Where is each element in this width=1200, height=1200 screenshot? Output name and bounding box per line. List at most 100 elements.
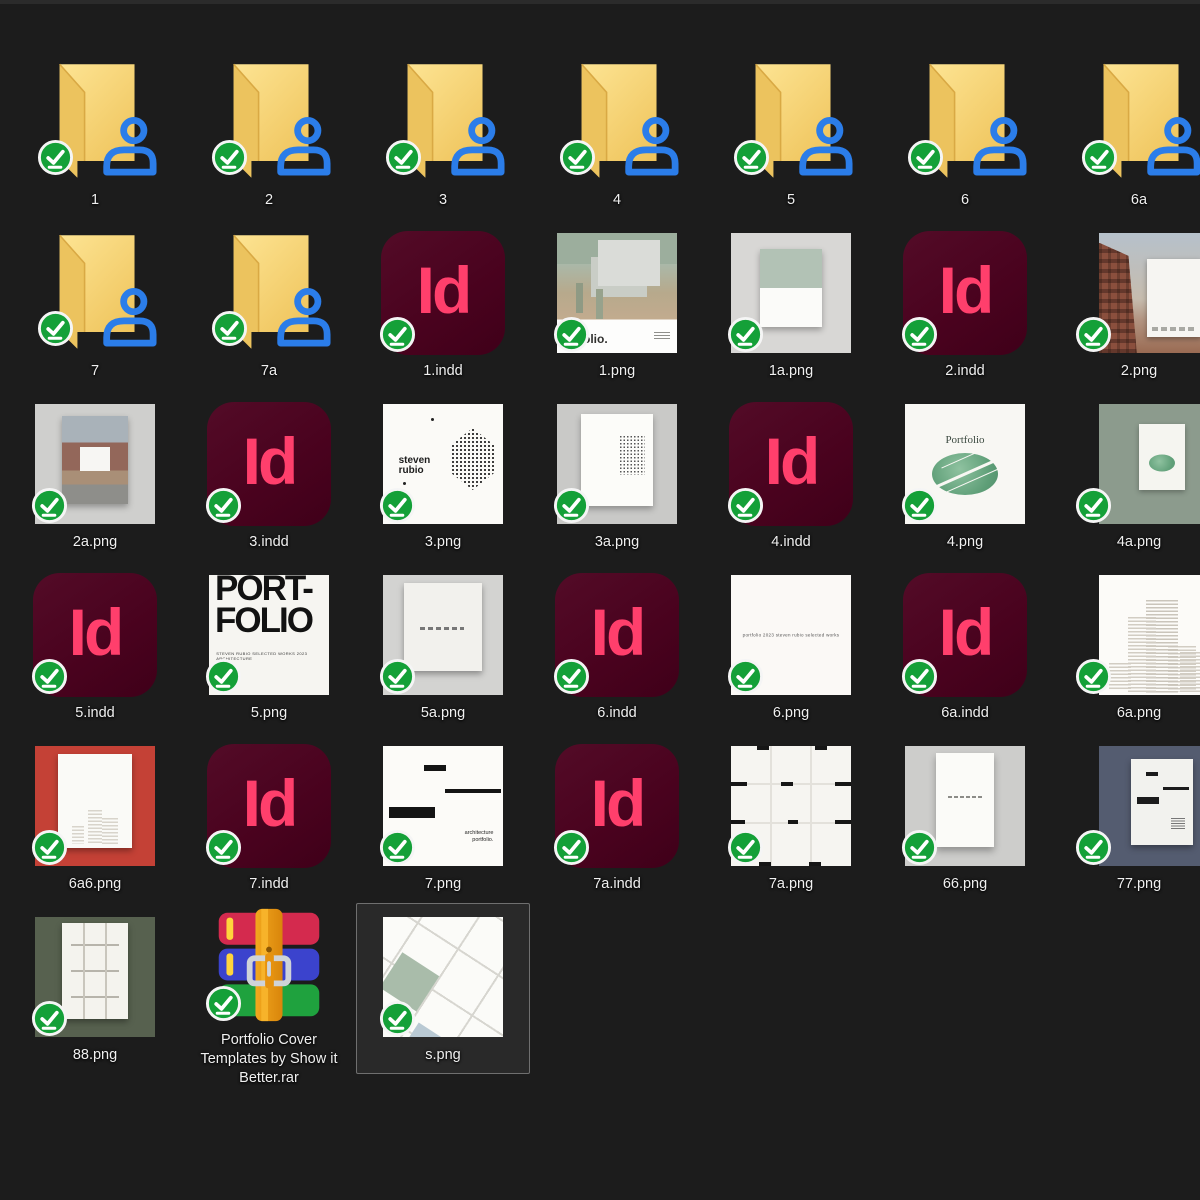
file-item-indd[interactable]: Id 4.indd bbox=[704, 390, 878, 561]
file-label[interactable]: 6.indd bbox=[597, 704, 637, 723]
sync-badge-icon bbox=[31, 658, 68, 695]
file-item-png[interactable]: 77.png bbox=[1052, 732, 1200, 903]
sync-badge-icon bbox=[901, 658, 938, 695]
file-item-rar[interactable]: Portfolio Cover Templates by Show it Bet… bbox=[182, 903, 356, 1074]
file-label[interactable]: 6a.indd bbox=[941, 704, 989, 723]
file-label[interactable]: 4a.png bbox=[1117, 533, 1161, 552]
file-item-png[interactable]: 2.png bbox=[1052, 219, 1200, 390]
file-item-png[interactable]: 5.png bbox=[182, 561, 356, 732]
file-item-png[interactable]: 6a6.png bbox=[8, 732, 182, 903]
file-label[interactable]: 6a bbox=[1131, 191, 1147, 210]
file-label[interactable]: 77.png bbox=[1117, 875, 1161, 894]
file-label[interactable]: Portfolio Cover Templates by Show it Bet… bbox=[193, 1031, 345, 1088]
file-item-png[interactable]: 1.png bbox=[530, 219, 704, 390]
file-item-png[interactable]: 1a.png bbox=[704, 219, 878, 390]
file-item-png[interactable]: 6.png bbox=[704, 561, 878, 732]
file-label[interactable]: 4.indd bbox=[771, 533, 811, 552]
folder-item[interactable]: 6a bbox=[1052, 48, 1200, 219]
folder-item[interactable]: 6 bbox=[878, 48, 1052, 219]
file-item-png[interactable]: 2a.png bbox=[8, 390, 182, 561]
file-label[interactable]: 6a6.png bbox=[69, 875, 121, 894]
image-thumbnail bbox=[1099, 233, 1200, 353]
image-thumbnail bbox=[1099, 575, 1200, 695]
file-label[interactable]: 88.png bbox=[73, 1046, 117, 1065]
file-label[interactable]: 3a.png bbox=[595, 533, 639, 552]
file-label[interactable]: 7.png bbox=[425, 875, 461, 894]
file-item-png[interactable]: 3a.png bbox=[530, 390, 704, 561]
file-item-png[interactable]: 6a.png bbox=[1052, 561, 1200, 732]
sync-badge-icon bbox=[385, 139, 422, 176]
sync-badge-icon bbox=[211, 139, 248, 176]
file-label[interactable]: 5a.png bbox=[421, 704, 465, 723]
file-item-png[interactable]: 7a.png bbox=[704, 732, 878, 903]
file-item-indd[interactable]: Id 7a.indd bbox=[530, 732, 704, 903]
file-label[interactable]: 3 bbox=[439, 191, 447, 210]
file-item-indd[interactable]: Id 2.indd bbox=[878, 219, 1052, 390]
file-label[interactable]: 4 bbox=[613, 191, 621, 210]
folder-item[interactable]: 3 bbox=[356, 48, 530, 219]
sync-badge-icon bbox=[1081, 139, 1118, 176]
item-icon-area bbox=[183, 565, 355, 699]
file-item-png[interactable]: s.png bbox=[356, 903, 530, 1074]
file-item-indd[interactable]: Id 1.indd bbox=[356, 219, 530, 390]
file-item-png[interactable]: 4a.png bbox=[1052, 390, 1200, 561]
file-label[interactable]: 7a bbox=[261, 362, 277, 381]
file-label[interactable]: 5 bbox=[787, 191, 795, 210]
file-item-indd[interactable]: Id 7.indd bbox=[182, 732, 356, 903]
file-label[interactable]: 7.indd bbox=[249, 875, 289, 894]
file-item-png[interactable]: 3.png bbox=[356, 390, 530, 561]
file-label[interactable]: 5.png bbox=[251, 704, 287, 723]
sync-badge-icon bbox=[379, 316, 416, 353]
file-label[interactable]: 7 bbox=[91, 362, 99, 381]
file-item-indd[interactable]: Id 6a.indd bbox=[878, 561, 1052, 732]
file-item-png[interactable]: 4.png bbox=[878, 390, 1052, 561]
file-label[interactable]: 1a.png bbox=[769, 362, 813, 381]
folder-item[interactable]: 1 bbox=[8, 48, 182, 219]
file-item-png[interactable]: 7.png bbox=[356, 732, 530, 903]
item-icon-area: Id bbox=[357, 223, 529, 357]
folder-item[interactable]: 7 bbox=[8, 219, 182, 390]
file-item-indd[interactable]: Id 6.indd bbox=[530, 561, 704, 732]
sync-badge-icon bbox=[1075, 658, 1112, 695]
folder-item[interactable]: 7a bbox=[182, 219, 356, 390]
file-label[interactable]: 5.indd bbox=[75, 704, 115, 723]
file-label[interactable]: 7a.indd bbox=[593, 875, 641, 894]
file-label[interactable]: 2.png bbox=[1121, 362, 1157, 381]
item-icon-area bbox=[183, 223, 355, 357]
file-label[interactable]: 6.png bbox=[773, 704, 809, 723]
file-label[interactable]: 4.png bbox=[947, 533, 983, 552]
file-label[interactable]: 3.indd bbox=[249, 533, 289, 552]
file-item-png[interactable]: 66.png bbox=[878, 732, 1052, 903]
file-item-png[interactable]: 88.png bbox=[8, 903, 182, 1074]
sync-badge-icon bbox=[1075, 829, 1112, 866]
sync-badge-icon bbox=[37, 310, 74, 347]
item-icon-area: Id bbox=[9, 565, 181, 699]
file-item-indd[interactable]: Id 3.indd bbox=[182, 390, 356, 561]
item-icon-area bbox=[357, 565, 529, 699]
folder-item[interactable]: 5 bbox=[704, 48, 878, 219]
item-icon-area bbox=[9, 52, 181, 186]
item-icon-area: Id bbox=[183, 736, 355, 870]
file-label[interactable]: 6 bbox=[961, 191, 969, 210]
item-icon-area bbox=[531, 394, 703, 528]
file-label[interactable]: 2.indd bbox=[945, 362, 985, 381]
shared-person-icon bbox=[793, 116, 853, 178]
file-item-indd[interactable]: Id 5.indd bbox=[8, 561, 182, 732]
item-icon-area bbox=[183, 907, 355, 1026]
file-label[interactable]: 7a.png bbox=[769, 875, 813, 894]
file-label[interactable]: 66.png bbox=[943, 875, 987, 894]
file-label[interactable]: 1 bbox=[91, 191, 99, 210]
file-label[interactable]: s.png bbox=[425, 1046, 460, 1065]
sync-badge-icon bbox=[901, 487, 938, 524]
file-label[interactable]: 3.png bbox=[425, 533, 461, 552]
item-icon-area bbox=[1053, 223, 1200, 357]
file-label[interactable]: 1.indd bbox=[423, 362, 463, 381]
folder-item[interactable]: 4 bbox=[530, 48, 704, 219]
file-label[interactable]: 2 bbox=[265, 191, 273, 210]
file-item-png[interactable]: 5a.png bbox=[356, 561, 530, 732]
file-label[interactable]: 1.png bbox=[599, 362, 635, 381]
sync-badge-icon bbox=[379, 487, 416, 524]
file-label[interactable]: 2a.png bbox=[73, 533, 117, 552]
folder-item[interactable]: 2 bbox=[182, 48, 356, 219]
file-label[interactable]: 6a.png bbox=[1117, 704, 1161, 723]
